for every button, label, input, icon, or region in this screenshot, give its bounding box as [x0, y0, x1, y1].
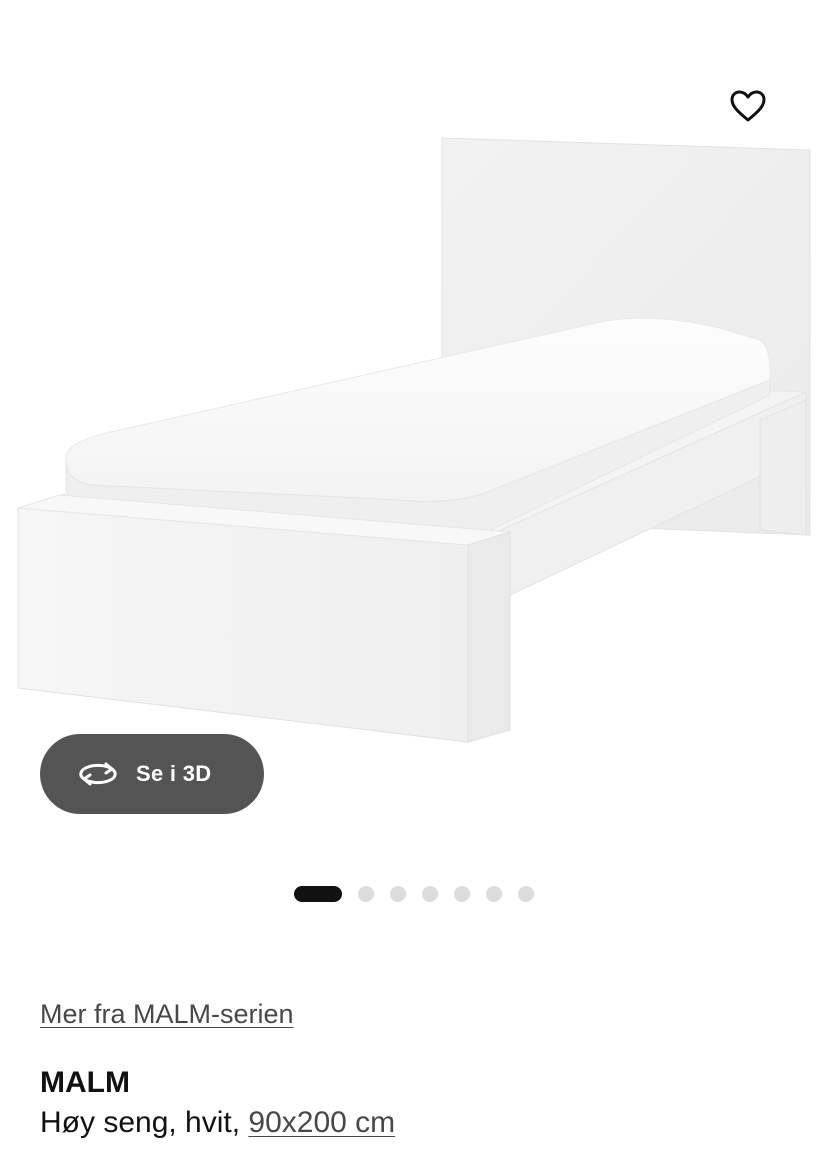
carousel-dot-6[interactable]: [486, 886, 502, 902]
product-description: Høy seng, hvit, 90x200 cm: [40, 1106, 395, 1140]
view-3d-label: Se i 3D: [136, 761, 212, 786]
product-image[interactable]: [0, 0, 828, 760]
favorite-button[interactable]: [722, 80, 774, 132]
carousel-dot-4[interactable]: [422, 886, 438, 902]
size-link[interactable]: 90x200 cm: [248, 1106, 395, 1139]
heart-outline-icon: [730, 90, 766, 122]
series-link[interactable]: Mer fra MALM-serien: [40, 999, 294, 1030]
carousel-dot-7[interactable]: [518, 886, 534, 902]
bed-illustration: [17, 137, 811, 743]
carousel-dot-3[interactable]: [390, 886, 406, 902]
carousel-dot-2[interactable]: [358, 886, 374, 902]
carousel-dot-5[interactable]: [454, 886, 470, 902]
carousel-pagination: [0, 884, 828, 904]
view-3d-button[interactable]: Se i 3D: [40, 734, 264, 814]
rotate-3d-icon: [76, 759, 120, 789]
carousel-dot-1[interactable]: [294, 886, 342, 902]
product-name: MALM: [40, 1066, 130, 1099]
product-description-text: Høy seng, hvit,: [40, 1106, 249, 1139]
